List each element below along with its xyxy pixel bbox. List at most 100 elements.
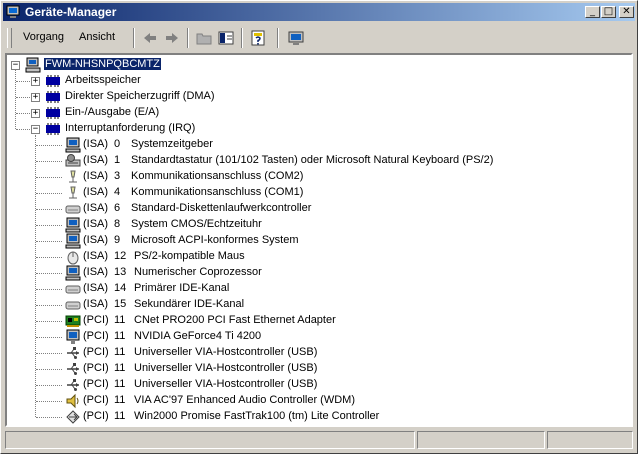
device-name[interactable]: Numerischer Coprozessor xyxy=(134,266,262,278)
device-name[interactable]: VIA AC'97 Enhanced Audio Controller (WDM… xyxy=(134,394,355,406)
expand-toggle[interactable]: + xyxy=(31,77,40,86)
tree-connector-line xyxy=(36,273,62,274)
bus-type: (ISA) xyxy=(83,266,109,278)
category-label[interactable]: Interruptanforderung (IRQ) xyxy=(65,122,195,134)
device-name[interactable]: Sekundärer IDE-Kanal xyxy=(134,298,244,310)
bus-type: (ISA) xyxy=(83,202,109,214)
bus-type: (PCI) xyxy=(83,394,109,406)
irq-number: 0 xyxy=(114,138,121,150)
tree-connector-line xyxy=(16,129,30,130)
bus-type: (PCI) xyxy=(83,378,109,390)
tree-connector-line xyxy=(16,113,30,114)
title-bar[interactable]: Geräte-Manager _ □ ✕ xyxy=(3,3,635,21)
tree-connector-line xyxy=(36,353,62,354)
bus-type: (PCI) xyxy=(83,362,109,374)
bus-type: (PCI) xyxy=(83,314,109,326)
tree-connector-line xyxy=(36,289,62,290)
category-label[interactable]: Arbeitsspeicher xyxy=(65,74,141,86)
device-name[interactable]: Universeller VIA-Hostcontroller (USB) xyxy=(134,346,317,358)
device-name[interactable]: PS/2-kompatible Maus xyxy=(134,250,245,262)
folder-up-icon[interactable] xyxy=(195,29,213,47)
toolbar-separator xyxy=(187,28,189,48)
maximize-button[interactable]: □ xyxy=(601,6,616,18)
irq-number: 1 xyxy=(114,154,121,166)
collapse-toggle[interactable]: − xyxy=(31,125,40,134)
expand-toggle[interactable]: + xyxy=(31,93,40,102)
scan-hardware-icon[interactable] xyxy=(287,29,305,47)
mouse-icon xyxy=(67,251,79,265)
device-name[interactable]: Kommunikationsanschluss (COM2) xyxy=(131,170,303,182)
device-name[interactable]: Primärer IDE-Kanal xyxy=(134,282,229,294)
toolbar: Vorgang Ansicht xyxy=(3,25,635,51)
tree-connector-line xyxy=(36,385,62,386)
device-name[interactable]: Kommunikationsanschluss (COM1) xyxy=(131,186,303,198)
device-name[interactable]: Systemzeitgeber xyxy=(131,138,213,150)
tree-connector-line xyxy=(36,241,62,242)
usb-icon xyxy=(67,347,79,359)
bus-type: (ISA) xyxy=(83,138,109,150)
device-manager-icon xyxy=(6,5,20,18)
irq-number: 14 xyxy=(114,282,127,294)
keyboard-icon xyxy=(65,154,81,167)
irq-number: 11 xyxy=(114,314,126,326)
bus-type: (ISA) xyxy=(83,186,109,198)
device-tree[interactable]: − FWM-NHSNPQBCMTZ + Arbeitsspeicher + Direk… xyxy=(5,53,633,427)
close-button[interactable]: ✕ xyxy=(619,6,634,18)
irq-number: 11 xyxy=(114,346,126,358)
device-name[interactable]: System CMOS/Echtzeituhr xyxy=(131,218,262,230)
device-name[interactable]: Standard-Diskettenlaufwerkcontroller xyxy=(131,202,311,214)
tree-connector-line xyxy=(36,321,62,322)
show-hide-tree-icon[interactable] xyxy=(217,29,235,47)
speaker-icon xyxy=(66,393,79,409)
tree-connector-line xyxy=(16,81,30,82)
memory-chip-icon xyxy=(46,107,60,119)
monitor-icon xyxy=(66,329,80,344)
computer-icon xyxy=(25,57,41,73)
network-card-icon xyxy=(65,315,81,327)
computer-name[interactable]: FWM-NHSNPQBCMTZ xyxy=(43,57,162,71)
device-name[interactable]: Universeller VIA-Hostcontroller (USB) xyxy=(134,378,317,390)
irq-number: 11 xyxy=(114,378,126,390)
tree-connector-line xyxy=(36,225,62,226)
device-name[interactable]: Win2000 Promise FastTrak100 (tm) Lite Co… xyxy=(134,410,379,422)
memory-chip-icon xyxy=(46,123,60,135)
bus-type: (ISA) xyxy=(83,154,109,166)
bus-type: (PCI) xyxy=(83,330,109,342)
drive-controller-icon xyxy=(65,301,81,310)
device-name[interactable]: CNet PRO200 PCI Fast Ethernet Adapter xyxy=(134,314,336,326)
irq-number: 9 xyxy=(114,234,121,246)
forward-arrow-icon[interactable] xyxy=(163,29,181,47)
device-name[interactable]: Standardtastatur (101/102 Tasten) oder M… xyxy=(131,154,493,166)
back-arrow-icon[interactable] xyxy=(141,29,159,47)
device-manager-window: Geräte-Manager _ □ ✕ Vorgang Ansicht − F… xyxy=(0,0,638,454)
drive-controller-icon xyxy=(65,205,81,214)
device-name[interactable]: Universeller VIA-Hostcontroller (USB) xyxy=(134,362,317,374)
bus-type: (PCI) xyxy=(83,410,109,422)
irq-number: 8 xyxy=(114,218,121,230)
device-name[interactable]: Microsoft ACPI-konformes System xyxy=(131,234,299,246)
toolbar-separator xyxy=(241,28,243,48)
drive-controller-icon xyxy=(65,285,81,294)
expand-toggle[interactable]: + xyxy=(31,109,40,118)
toolbar-separator xyxy=(133,28,135,48)
tree-connector-line xyxy=(36,193,62,194)
category-label[interactable]: Ein-/Ausgabe (E/A) xyxy=(65,106,159,118)
bus-type: (ISA) xyxy=(83,282,109,294)
usb-icon xyxy=(67,379,79,391)
port-icon xyxy=(69,170,77,183)
port-icon xyxy=(69,186,77,199)
category-label[interactable]: Direkter Speicherzugriff (DMA) xyxy=(65,90,215,102)
minimize-button[interactable]: _ xyxy=(585,6,600,18)
tree-connector-line xyxy=(36,161,62,162)
bus-type: (ISA) xyxy=(83,298,109,310)
irq-number: 12 xyxy=(114,250,127,262)
device-name[interactable]: NVIDIA GeForce4 Ti 4200 xyxy=(134,330,261,342)
menu-ansicht[interactable]: Ansicht xyxy=(79,31,115,43)
status-bar xyxy=(5,431,633,449)
menu-vorgang[interactable]: Vorgang xyxy=(23,31,64,43)
irq-number: 11 xyxy=(114,410,126,422)
properties-icon[interactable] xyxy=(249,29,267,47)
tree-connector-line xyxy=(36,337,62,338)
irq-number: 3 xyxy=(114,170,121,182)
toolbar-grip[interactable] xyxy=(7,28,12,48)
